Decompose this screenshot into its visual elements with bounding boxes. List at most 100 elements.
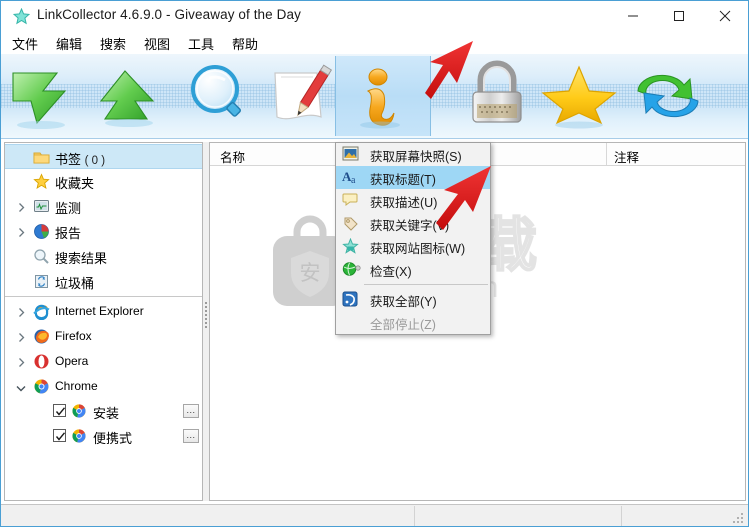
tree-item-internet-explorer[interactable]: Internet Explorer — [5, 299, 202, 324]
recycle-bin-icon — [33, 273, 50, 290]
get-all-icon — [342, 291, 359, 308]
info-icon — [360, 68, 400, 129]
star-icon — [12, 7, 31, 25]
checkbox-chrome-installed[interactable] — [53, 404, 66, 417]
tree-item-label: 报告 — [55, 226, 82, 241]
context-menu-item-check[interactable]: 检查(X) — [336, 258, 490, 281]
chevron-right-icon[interactable] — [16, 306, 27, 317]
tree-item-label: Chrome — [55, 379, 98, 393]
tree-item-favorites[interactable]: 收藏夹 — [5, 169, 202, 194]
column-header-comment[interactable]: 注释 — [614, 147, 639, 166]
chevron-down-icon[interactable] — [15, 382, 26, 393]
close-button[interactable] — [702, 1, 748, 31]
tree-item-label: 便携式 — [93, 431, 133, 446]
title-aa-icon: A a — [342, 169, 359, 186]
menu-item-file[interactable]: 文件 — [12, 34, 38, 52]
piechart-icon — [33, 223, 50, 240]
status-bar — [1, 504, 748, 526]
red-arrow-icon — [436, 166, 491, 230]
magnifier-icon — [33, 248, 50, 265]
tree-item-label: 收藏夹 — [55, 176, 95, 191]
tree-item-trash[interactable]: 垃圾桶 — [5, 269, 202, 294]
maximize-button[interactable] — [656, 1, 702, 31]
ie-icon — [33, 303, 50, 321]
sync-arrows-icon — [637, 74, 699, 118]
green-up-arrow-icon — [99, 70, 155, 127]
toolbar-button-info[interactable] — [335, 56, 431, 136]
tree-item-search-results[interactable]: 搜索结果 — [5, 244, 202, 269]
chevron-right-icon[interactable] — [16, 201, 27, 212]
globe-check-icon — [342, 261, 361, 278]
tree-item-chrome-installed[interactable]: 安装 ... — [5, 399, 202, 424]
toolbar-button-favorites[interactable] — [533, 56, 629, 136]
column-header-name[interactable]: 名称 — [220, 147, 245, 166]
chrome-portable-more-button[interactable]: ... — [183, 429, 199, 443]
star-icon — [541, 65, 617, 129]
title-bar: LinkCollector 4.6.9.0 - Giveaway of the … — [1, 1, 748, 32]
tree-item-label: 搜索结果 — [55, 251, 108, 266]
menu-bar: 文件 编辑 搜索 视图 工具 帮助 — [1, 32, 748, 54]
chevron-right-icon[interactable] — [16, 356, 27, 367]
chrome-installed-more-button[interactable]: ... — [183, 404, 199, 418]
note-pencil-icon — [274, 64, 333, 120]
menu-item-help[interactable]: 帮助 — [232, 34, 258, 52]
folder-icon — [33, 149, 50, 166]
application-window: LinkCollector 4.6.9.0 - Giveaway of the … — [0, 0, 749, 527]
toolbar — [1, 54, 748, 139]
context-menu-item-stop-all[interactable]: 全部停止(Z) — [336, 311, 490, 334]
tree-item-count: ( 0 ) — [84, 155, 106, 167]
checkbox-chrome-portable[interactable] — [53, 429, 66, 442]
resize-grip-icon[interactable] — [733, 512, 745, 524]
chrome-icon — [71, 403, 88, 420]
context-menu-item-label: 获取全部(Y) — [370, 295, 437, 309]
star-icon — [33, 173, 50, 190]
tree-item-label: Opera — [55, 354, 89, 368]
context-menu-item-label: 获取网站图标(W) — [370, 242, 466, 256]
magnifier-icon — [191, 65, 241, 117]
menu-item-search[interactable]: 搜索 — [100, 34, 126, 52]
toolbar-button-import[interactable] — [1, 56, 97, 136]
arrow-to-get-favicon-menu-item — [436, 166, 491, 230]
menu-item-tools[interactable]: 工具 — [188, 34, 214, 52]
toolbar-button-sync[interactable] — [621, 56, 717, 136]
screenshot-icon — [342, 146, 359, 163]
chrome-icon — [71, 428, 88, 445]
minimize-button[interactable] — [610, 1, 656, 31]
chrome-icon — [33, 378, 50, 395]
chevron-right-icon[interactable] — [16, 331, 27, 342]
tree-item-opera[interactable]: Opera — [5, 349, 202, 374]
tree-item-label: 监测 — [55, 201, 82, 216]
speech-bubble-icon — [342, 192, 359, 209]
tree-divider — [5, 296, 202, 297]
tree-item-monitoring[interactable]: 监测 — [5, 194, 202, 219]
context-menu-separator — [364, 284, 488, 285]
firefox-icon — [33, 328, 50, 345]
tree-item-label: Firefox — [55, 329, 92, 343]
column-divider[interactable] — [606, 143, 607, 165]
tree-item-label: 书签 — [55, 152, 82, 167]
tag-icon — [342, 215, 359, 232]
green-down-arrow-icon — [12, 72, 67, 129]
tree-item-label: Internet Explorer — [55, 304, 144, 318]
context-menu-item-get-all[interactable]: 获取全部(Y) — [336, 288, 490, 311]
tree-item-label: 安装 — [93, 406, 120, 421]
context-menu-item-label: 检查(X) — [370, 265, 412, 279]
tree-item-chrome[interactable]: Chrome — [5, 374, 202, 399]
status-bar-separator — [621, 506, 622, 526]
tree-item-chrome-portable[interactable]: 便携式 ... — [5, 424, 202, 449]
context-menu-item-get-favicon[interactable]: 获取网站图标(W) — [336, 235, 490, 258]
opera-icon — [33, 353, 50, 370]
tree-item-firefox[interactable]: Firefox — [5, 324, 202, 349]
status-bar-separator — [414, 506, 415, 526]
tree-item-bookmarks[interactable]: 书签 ( 0 ) — [5, 144, 202, 169]
tree-item-reports[interactable]: 报告 — [5, 219, 202, 244]
menu-item-view[interactable]: 视图 — [144, 34, 170, 52]
chevron-right-icon[interactable] — [16, 226, 27, 237]
tree-item-label: 垃圾桶 — [55, 276, 95, 291]
splitter-grip — [205, 302, 207, 330]
menu-item-edit[interactable]: 编辑 — [56, 34, 82, 52]
svg-text:a: a — [351, 175, 356, 185]
monitor-icon — [33, 198, 50, 215]
bookmarks-tree-pane[interactable]: 书签 ( 0 ) 收藏夹 监测 报告 搜索结果 垃圾桶 Internet Exp… — [4, 142, 203, 501]
arrow-to-info-toolbar-button — [425, 41, 473, 99]
